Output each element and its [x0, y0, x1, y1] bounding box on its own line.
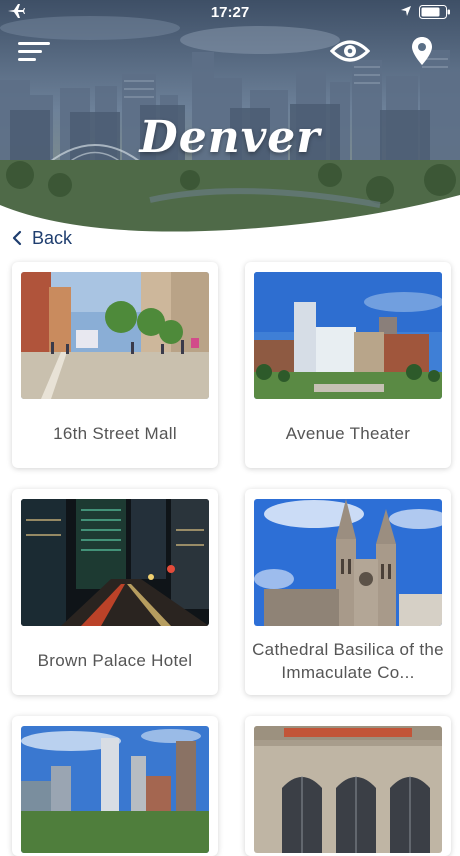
night-street-photo	[21, 499, 209, 626]
place-name: 16th Street Mall	[53, 424, 177, 443]
menu-button[interactable]	[18, 41, 52, 63]
status-time: 17:27	[210, 4, 250, 21]
view-toggle-button[interactable]	[329, 36, 371, 66]
place-image	[21, 272, 209, 399]
eye-icon	[329, 40, 371, 62]
place-name: Brown Palace Hotel	[37, 651, 193, 670]
place-image	[21, 726, 209, 853]
street-mall-photo	[21, 272, 209, 399]
place-card[interactable]	[12, 716, 218, 856]
hamburger-menu-icon	[18, 42, 50, 61]
place-card-avenue-theater[interactable]: Avenue Theater	[245, 262, 451, 468]
city-header: 17:27 Denver	[0, 0, 460, 245]
place-name: Cathedral Basilica of the Immaculate Co.…	[252, 639, 444, 682]
place-card[interactable]	[245, 716, 451, 856]
map-button[interactable]	[410, 36, 434, 66]
city-skyline-photo	[254, 272, 442, 399]
location-arrow-icon	[401, 6, 411, 16]
status-bar: 17:27	[0, 0, 460, 26]
place-card-brown-palace-hotel[interactable]: Brown Palace Hotel	[12, 489, 218, 695]
place-name: Avenue Theater	[285, 424, 411, 443]
place-image	[254, 499, 442, 626]
city-title: Denver	[139, 112, 321, 163]
back-button[interactable]: Back	[10, 226, 72, 250]
map-pin-icon	[412, 37, 432, 65]
place-image	[21, 499, 209, 626]
battery-icon	[419, 5, 450, 19]
union-station-photo	[254, 726, 442, 853]
downtown-skyline-photo	[21, 726, 209, 853]
cathedral-photo	[254, 499, 442, 626]
back-label: Back	[32, 227, 73, 248]
place-image	[254, 726, 442, 853]
place-card-16th-street-mall[interactable]: 16th Street Mall	[12, 262, 218, 468]
place-image	[254, 272, 442, 399]
place-card-cathedral-basilica[interactable]: Cathedral Basilica of the Immaculate Co.…	[245, 489, 451, 695]
chevron-left-icon	[12, 230, 22, 246]
